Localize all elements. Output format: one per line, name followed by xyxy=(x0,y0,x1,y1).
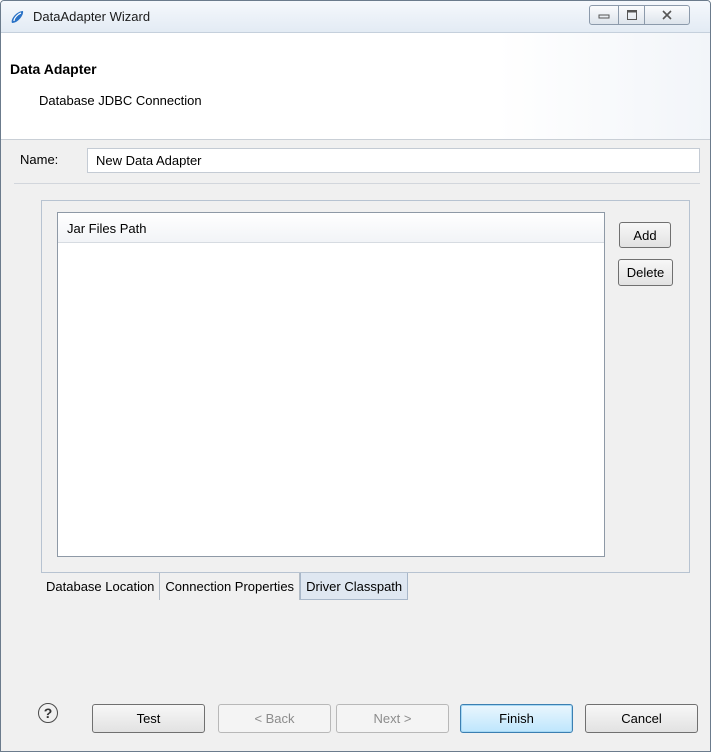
tab-driver-classpath[interactable]: Driver Classpath xyxy=(300,573,409,600)
help-icon[interactable]: ? xyxy=(38,703,58,723)
back-button[interactable]: < Back xyxy=(218,704,331,733)
close-icon xyxy=(662,10,672,20)
name-label: Name: xyxy=(20,152,59,167)
app-logo-icon xyxy=(11,11,24,23)
jar-files-list[interactable]: Jar Files Path xyxy=(57,212,605,557)
minimize-icon xyxy=(598,14,610,19)
close-button[interactable] xyxy=(644,5,690,25)
page-subtitle: Database JDBC Connection xyxy=(39,93,202,108)
test-button[interactable]: Test xyxy=(92,704,205,733)
window-title: DataAdapter Wizard xyxy=(33,9,151,24)
wizard-window: DataAdapter Wizard Data Adapter Database… xyxy=(0,0,711,752)
maximize-icon xyxy=(626,10,637,20)
maximize-button[interactable] xyxy=(618,5,645,25)
column-header-jar-files-path[interactable]: Jar Files Path xyxy=(58,213,604,243)
minimize-button[interactable] xyxy=(589,5,619,25)
finish-button[interactable]: Finish xyxy=(460,704,573,733)
add-button[interactable]: Add xyxy=(619,222,671,248)
name-input[interactable] xyxy=(87,148,700,173)
title-bar[interactable]: DataAdapter Wizard xyxy=(1,1,710,33)
tab-database-location[interactable]: Database Location xyxy=(41,573,161,600)
wizard-header: Data Adapter Database JDBC Connection xyxy=(1,33,710,140)
next-button[interactable]: Next > xyxy=(336,704,449,733)
delete-button[interactable]: Delete xyxy=(618,259,673,286)
cancel-button[interactable]: Cancel xyxy=(585,704,698,733)
divider xyxy=(14,183,700,184)
page-title: Data Adapter xyxy=(10,61,97,77)
tab-connection-properties[interactable]: Connection Properties xyxy=(160,573,301,600)
tab-bar: Database Location Connection Properties … xyxy=(41,573,409,600)
